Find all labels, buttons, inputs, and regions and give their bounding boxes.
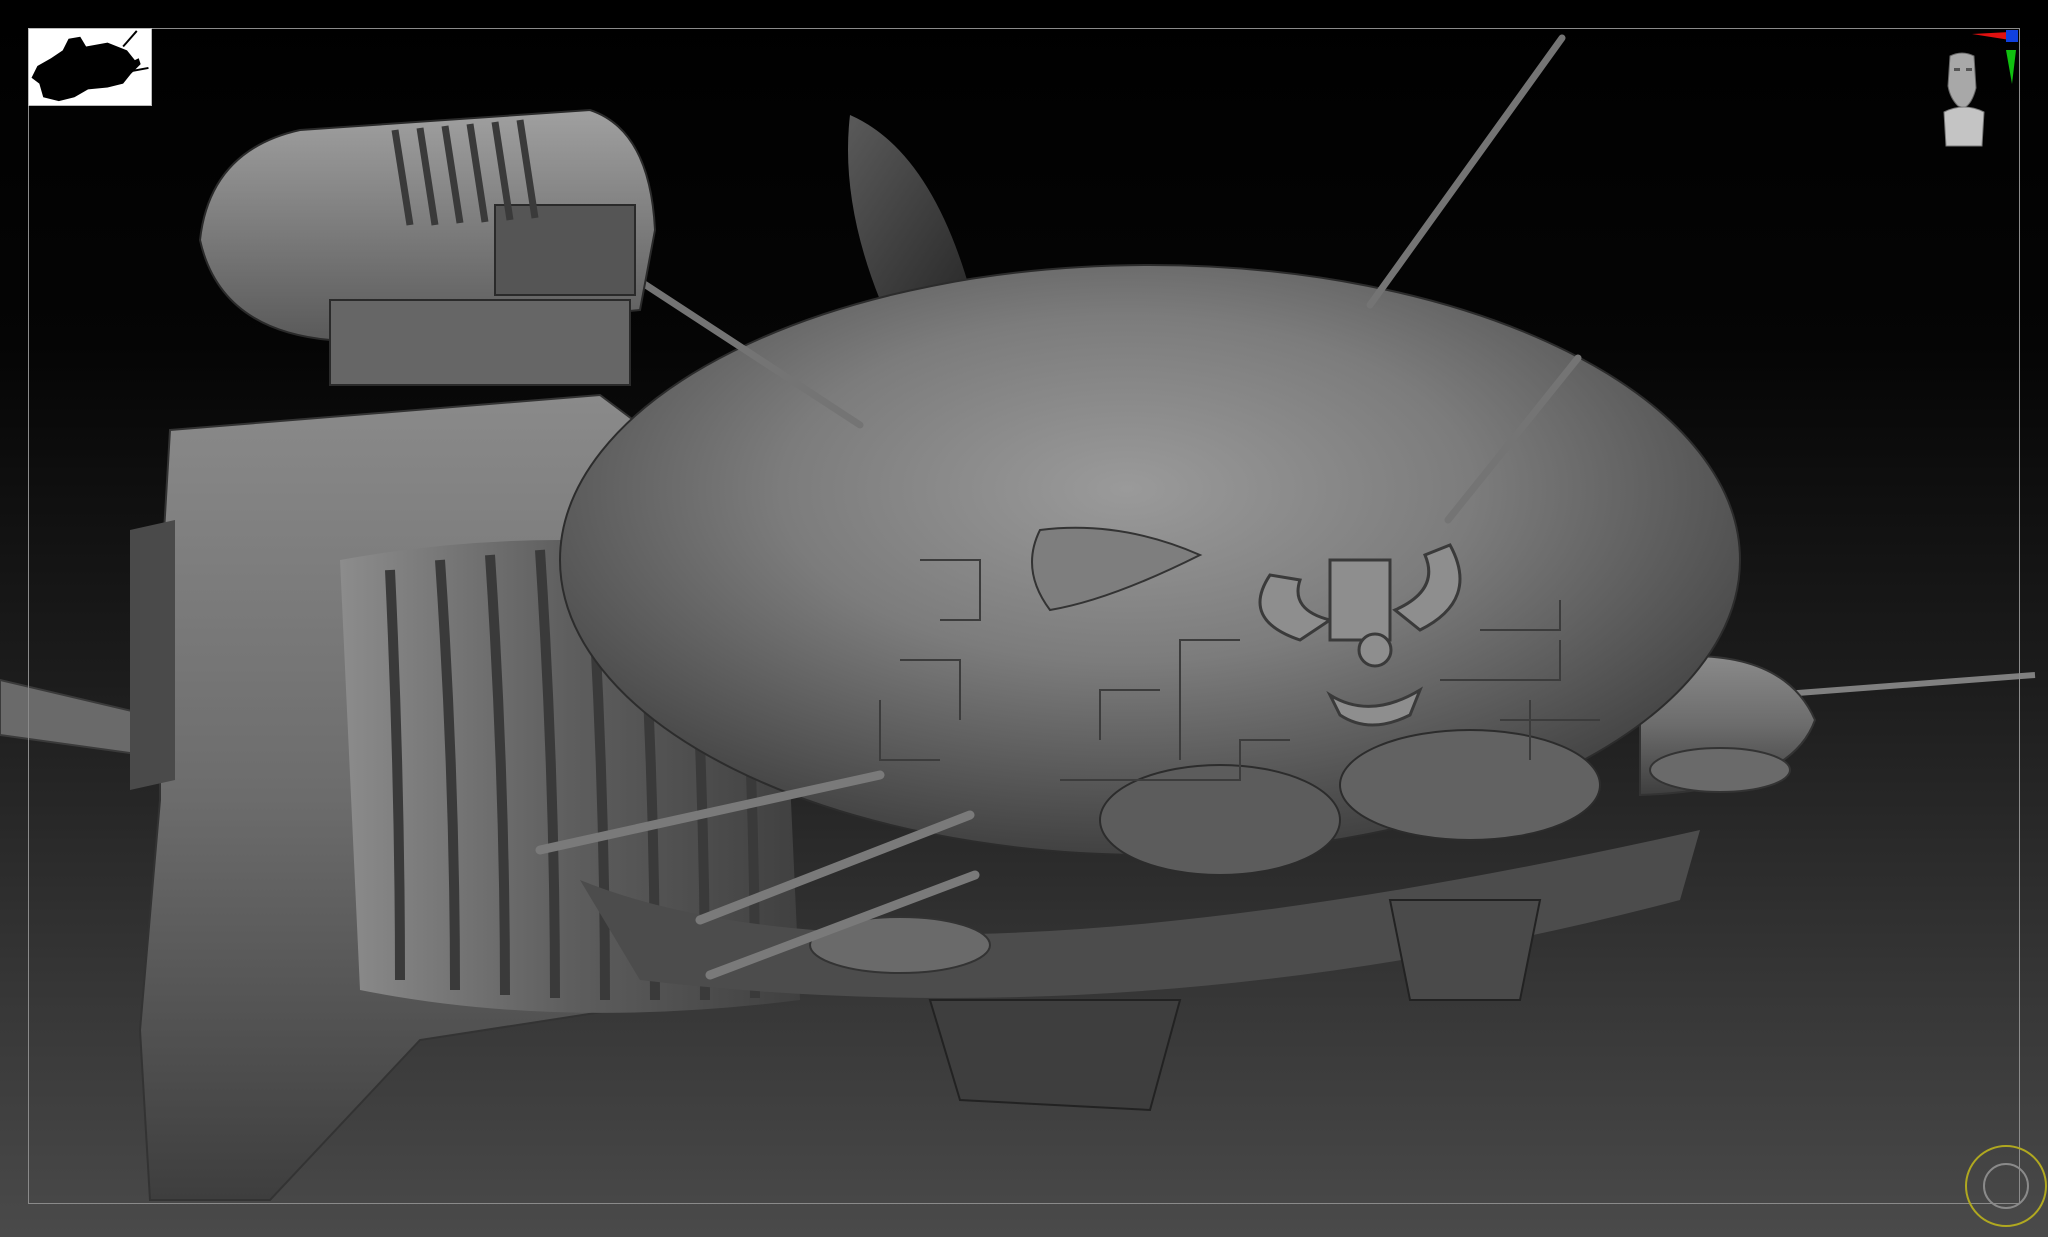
spaceship-silhouette-icon	[31, 30, 149, 102]
axis-z-icon	[2006, 30, 2018, 42]
axis-y-icon	[2006, 50, 2016, 84]
head-bust-icon	[1943, 30, 2018, 147]
dorsal-fin	[848, 115, 970, 300]
lower-thrusters	[928, 999, 1182, 1112]
lower-pod-left	[1099, 764, 1341, 876]
viewport-canvas[interactable]	[0, 0, 2048, 1237]
spaceship-model[interactable]	[0, 0, 2048, 1237]
top-turret	[198, 108, 657, 386]
axis-x-icon	[1972, 32, 2010, 40]
floor-grid-toggle[interactable]	[1960, 1140, 2048, 1228]
lower-pod-right	[1339, 729, 1601, 841]
floor-ring-icon	[1965, 1145, 2047, 1227]
right-exhaust	[1649, 747, 1791, 793]
left-hull-side	[130, 520, 175, 790]
orientation-gizmo[interactable]	[1920, 28, 2020, 148]
navigator-thumbnail[interactable]	[28, 28, 152, 106]
